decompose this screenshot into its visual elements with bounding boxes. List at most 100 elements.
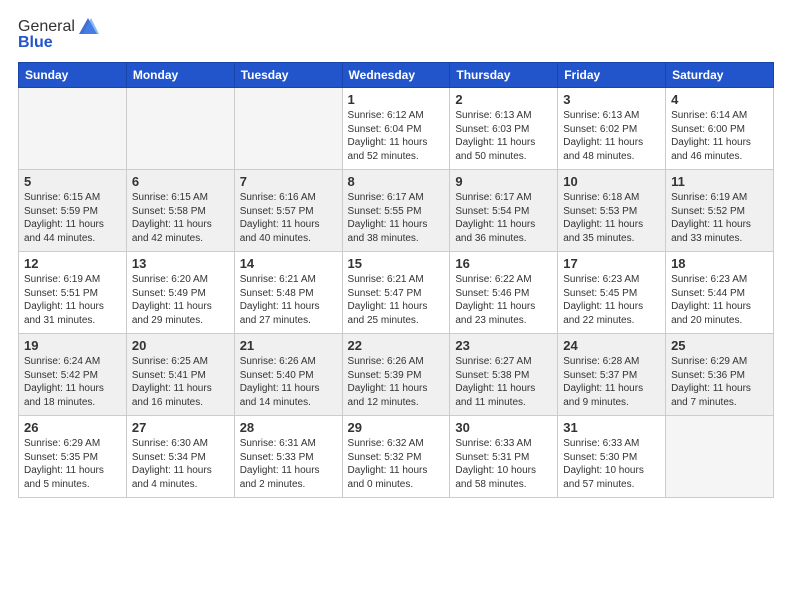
- day-number: 19: [24, 338, 121, 353]
- calendar-cell: 30Sunrise: 6:33 AMSunset: 5:31 PMDayligh…: [450, 416, 558, 498]
- calendar-cell: 21 Sunrise: 6:26 AMSunset: 5:40 PMDayligh…: [234, 334, 342, 416]
- day-number: 27: [132, 420, 229, 435]
- day-number: 30: [455, 420, 552, 435]
- weekday-wednesday: Wednesday: [342, 63, 450, 88]
- cell-info: Sunrise: 6:26 AMSunset: 5:40 PMDaylight:…: [240, 355, 337, 409]
- calendar-cell: 28Sunrise: 6:31 AMSunset: 5:33 PMDayligh…: [234, 416, 342, 498]
- calendar-cell: 31Sunrise: 6:33 AMSunset: 5:30 PMDayligh…: [558, 416, 666, 498]
- calendar-cell: [19, 88, 127, 170]
- logo: General Blue: [18, 16, 99, 52]
- calendar-cell: 7Sunrise: 6:16 AMSunset: 5:57 PMDaylight…: [234, 170, 342, 252]
- cell-info: Sunrise: 6:24 AMSunset: 5:42 PMDaylight:…: [24, 355, 121, 409]
- calendar-cell: 25 Sunrise: 6:29 AMSunset: 5:36 PMDayligh…: [666, 334, 774, 416]
- calendar-cell: 5 Sunrise: 6:15 AMSunset: 5:59 PMDaylight…: [19, 170, 127, 252]
- day-number: 29: [348, 420, 445, 435]
- logo-blue-text: Blue: [18, 34, 53, 52]
- day-number: 9: [455, 174, 552, 189]
- day-number: 18: [671, 256, 768, 271]
- cell-info: Sunrise: 6:14 AMSunset: 6:00 PMDaylight:…: [671, 109, 768, 163]
- cell-info: Sunrise: 6:30 AMSunset: 5:34 PMDaylight:…: [132, 437, 229, 491]
- cell-info: Sunrise: 6:26 AMSunset: 5:39 PMDaylight:…: [348, 355, 445, 409]
- day-number: 3: [563, 92, 660, 107]
- calendar-cell: [666, 416, 774, 498]
- day-number: 2: [455, 92, 552, 107]
- week-row-2: 5 Sunrise: 6:15 AMSunset: 5:59 PMDaylight…: [19, 170, 774, 252]
- cell-info: Sunrise: 6:19 AMSunset: 5:51 PMDaylight:…: [24, 273, 121, 327]
- weekday-monday: Monday: [126, 63, 234, 88]
- day-number: 8: [348, 174, 445, 189]
- cell-info: Sunrise: 6:31 AMSunset: 5:33 PMDaylight:…: [240, 437, 337, 491]
- calendar-cell: 16Sunrise: 6:22 AMSunset: 5:46 PMDayligh…: [450, 252, 558, 334]
- calendar-cell: 29Sunrise: 6:32 AMSunset: 5:32 PMDayligh…: [342, 416, 450, 498]
- weekday-saturday: Saturday: [666, 63, 774, 88]
- cell-info: Sunrise: 6:28 AMSunset: 5:37 PMDaylight:…: [563, 355, 660, 409]
- calendar-cell: 11 Sunrise: 6:19 AMSunset: 5:52 PMDayligh…: [666, 170, 774, 252]
- calendar-cell: 17 Sunrise: 6:23 AMSunset: 5:45 PMDayligh…: [558, 252, 666, 334]
- day-number: 5: [24, 174, 121, 189]
- calendar-table: SundayMondayTuesdayWednesdayThursdayFrid…: [18, 62, 774, 498]
- cell-info: Sunrise: 6:19 AMSunset: 5:52 PMDaylight:…: [671, 191, 768, 245]
- cell-info: Sunrise: 6:33 AMSunset: 5:30 PMDaylight:…: [563, 437, 660, 491]
- week-row-3: 12 Sunrise: 6:19 AMSunset: 5:51 PMDayligh…: [19, 252, 774, 334]
- day-number: 22: [348, 338, 445, 353]
- day-number: 25: [671, 338, 768, 353]
- weekday-friday: Friday: [558, 63, 666, 88]
- cell-info: Sunrise: 6:18 AMSunset: 5:53 PMDaylight:…: [563, 191, 660, 245]
- day-number: 13: [132, 256, 229, 271]
- calendar-cell: 10 Sunrise: 6:18 AMSunset: 5:53 PMDayligh…: [558, 170, 666, 252]
- calendar-cell: 15 Sunrise: 6:21 AMSunset: 5:47 PMDayligh…: [342, 252, 450, 334]
- day-number: 21: [240, 338, 337, 353]
- day-number: 15: [348, 256, 445, 271]
- day-number: 1: [348, 92, 445, 107]
- cell-info: Sunrise: 6:21 AMSunset: 5:47 PMDaylight:…: [348, 273, 445, 327]
- day-number: 12: [24, 256, 121, 271]
- calendar-cell: 19 Sunrise: 6:24 AMSunset: 5:42 PMDayligh…: [19, 334, 127, 416]
- calendar-cell: 3Sunrise: 6:13 AMSunset: 6:02 PMDaylight…: [558, 88, 666, 170]
- day-number: 24: [563, 338, 660, 353]
- cell-info: Sunrise: 6:23 AMSunset: 5:45 PMDaylight:…: [563, 273, 660, 327]
- calendar-cell: 13 Sunrise: 6:20 AMSunset: 5:49 PMDayligh…: [126, 252, 234, 334]
- day-number: 14: [240, 256, 337, 271]
- week-row-4: 19 Sunrise: 6:24 AMSunset: 5:42 PMDayligh…: [19, 334, 774, 416]
- calendar-cell: 22 Sunrise: 6:26 AMSunset: 5:39 PMDayligh…: [342, 334, 450, 416]
- day-number: 7: [240, 174, 337, 189]
- cell-info: Sunrise: 6:23 AMSunset: 5:44 PMDaylight:…: [671, 273, 768, 327]
- cell-info: Sunrise: 6:15 AMSunset: 5:58 PMDaylight:…: [132, 191, 229, 245]
- logo-icon: [77, 16, 99, 38]
- header: General Blue: [18, 16, 774, 52]
- calendar-cell: 20Sunrise: 6:25 AMSunset: 5:41 PMDayligh…: [126, 334, 234, 416]
- calendar-cell: [234, 88, 342, 170]
- cell-info: Sunrise: 6:21 AMSunset: 5:48 PMDaylight:…: [240, 273, 337, 327]
- cell-info: Sunrise: 6:29 AMSunset: 5:35 PMDaylight:…: [24, 437, 121, 491]
- calendar-cell: 1 Sunrise: 6:12 AMSunset: 6:04 PMDaylight…: [342, 88, 450, 170]
- day-number: 20: [132, 338, 229, 353]
- day-number: 4: [671, 92, 768, 107]
- calendar-cell: 23 Sunrise: 6:27 AMSunset: 5:38 PMDayligh…: [450, 334, 558, 416]
- page-container: General Blue SundayMondayTuesdayWednesda…: [0, 0, 792, 508]
- cell-info: Sunrise: 6:29 AMSunset: 5:36 PMDaylight:…: [671, 355, 768, 409]
- cell-info: Sunrise: 6:27 AMSunset: 5:38 PMDaylight:…: [455, 355, 552, 409]
- calendar-cell: 24 Sunrise: 6:28 AMSunset: 5:37 PMDayligh…: [558, 334, 666, 416]
- day-number: 16: [455, 256, 552, 271]
- cell-info: Sunrise: 6:15 AMSunset: 5:59 PMDaylight:…: [24, 191, 121, 245]
- calendar-cell: 27 Sunrise: 6:30 AMSunset: 5:34 PMDayligh…: [126, 416, 234, 498]
- day-number: 17: [563, 256, 660, 271]
- calendar-cell: 6Sunrise: 6:15 AMSunset: 5:58 PMDaylight…: [126, 170, 234, 252]
- weekday-header-row: SundayMondayTuesdayWednesdayThursdayFrid…: [19, 63, 774, 88]
- calendar-cell: 9Sunrise: 6:17 AMSunset: 5:54 PMDaylight…: [450, 170, 558, 252]
- day-number: 11: [671, 174, 768, 189]
- cell-info: Sunrise: 6:12 AMSunset: 6:04 PMDaylight:…: [348, 109, 445, 163]
- week-row-1: 1 Sunrise: 6:12 AMSunset: 6:04 PMDaylight…: [19, 88, 774, 170]
- day-number: 26: [24, 420, 121, 435]
- cell-info: Sunrise: 6:13 AMSunset: 6:03 PMDaylight:…: [455, 109, 552, 163]
- calendar-cell: 8Sunrise: 6:17 AMSunset: 5:55 PMDaylight…: [342, 170, 450, 252]
- day-number: 23: [455, 338, 552, 353]
- cell-info: Sunrise: 6:20 AMSunset: 5:49 PMDaylight:…: [132, 273, 229, 327]
- week-row-5: 26 Sunrise: 6:29 AMSunset: 5:35 PMDayligh…: [19, 416, 774, 498]
- calendar-cell: 2 Sunrise: 6:13 AMSunset: 6:03 PMDaylight…: [450, 88, 558, 170]
- calendar-cell: 26 Sunrise: 6:29 AMSunset: 5:35 PMDayligh…: [19, 416, 127, 498]
- weekday-thursday: Thursday: [450, 63, 558, 88]
- calendar-cell: [126, 88, 234, 170]
- day-number: 10: [563, 174, 660, 189]
- calendar-cell: 4 Sunrise: 6:14 AMSunset: 6:00 PMDaylight…: [666, 88, 774, 170]
